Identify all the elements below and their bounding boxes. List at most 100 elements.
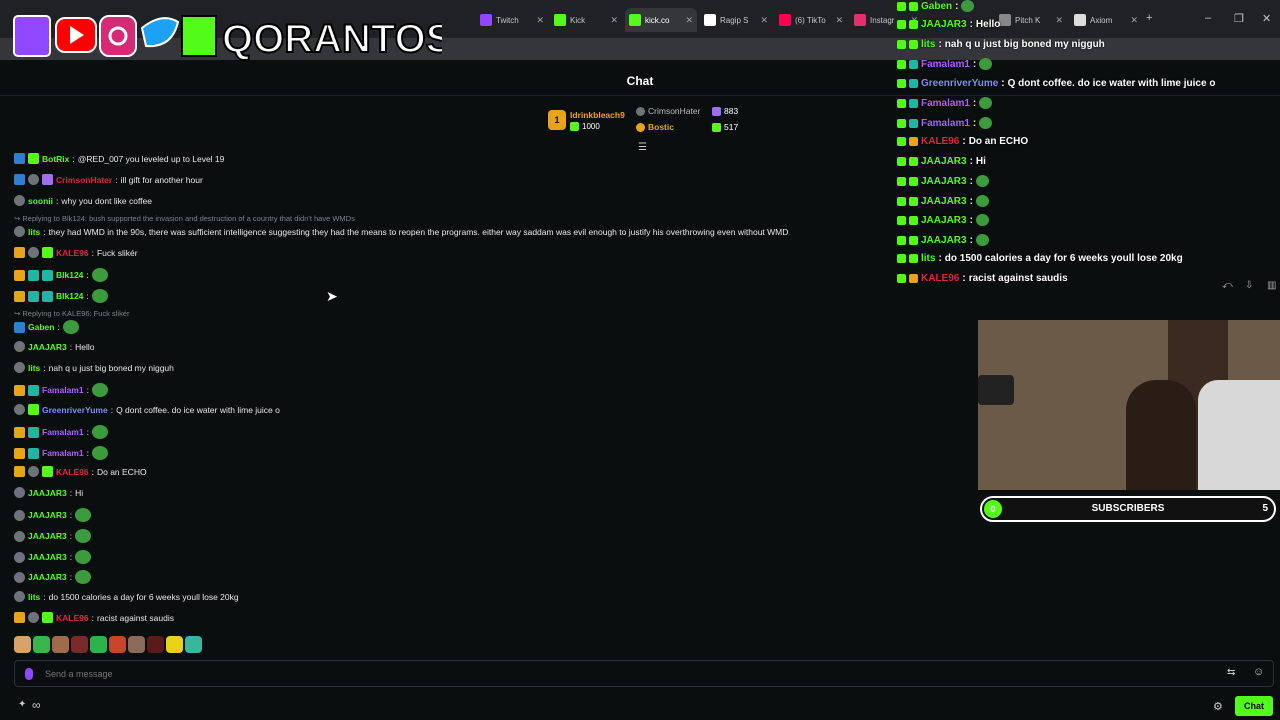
tab-close-icon[interactable]: ✕ [536,15,544,26]
chat-message[interactable]: KALE96: racist against saudis [14,612,174,623]
chat-username[interactable]: JAAJAR3 [28,342,67,352]
chat-username[interactable]: lits [28,592,40,602]
emote-icon[interactable] [109,636,126,653]
overlay-text: Hi [975,156,986,167]
emote-icon[interactable] [52,636,69,653]
kick-icon [897,157,906,166]
overlay-text: Q dont coffee. do ice water with lime ju… [1007,78,1216,89]
chat-message[interactable]: CrimsonHater: ill gift for another hour [14,174,203,185]
trash-icon[interactable]: ▥ [1267,280,1276,291]
chat-username[interactable]: Famalam1 [42,427,84,437]
chat-username[interactable]: JAAJAR3 [28,552,67,562]
chat-username[interactable]: Blk124 [56,270,83,280]
overlay-colon: : [962,273,966,284]
emote-icon[interactable] [147,636,164,653]
chat-username[interactable]: KALE96 [56,613,89,623]
chat-username[interactable]: GreenriverYume [42,405,108,415]
tab-close-icon[interactable]: ✕ [760,15,768,26]
overlay-chat-message: JAAJAR3: [897,234,992,246]
chat-message[interactable]: JAAJAR3: [14,508,94,522]
chat-username[interactable]: CrimsonHater [56,175,112,185]
tab-close-icon[interactable]: ✕ [610,15,618,26]
chat-message[interactable]: KALE96: Fuck slikér [14,247,138,258]
chat-username[interactable]: JAAJAR3 [28,531,67,541]
chat-message[interactable]: lits: do 1500 calories a day for 6 weeks … [14,591,239,602]
user-badge-icon [28,384,39,396]
chat-username[interactable]: JAAJAR3 [28,572,67,582]
emote-icon[interactable] [33,636,50,653]
send-chat-button[interactable]: Chat [1235,696,1273,716]
chat-username[interactable]: Blk124 [56,291,83,301]
chat-colon: : [43,591,46,602]
reply-icon[interactable]: ⤺ [1222,280,1233,291]
chat-username[interactable]: lits [28,363,40,373]
emote-icon[interactable] [166,636,183,653]
chat-username[interactable]: JAAJAR3 [28,488,67,498]
chat-username[interactable]: Famalam1 [42,385,84,395]
chat-message[interactable]: JAAJAR3: [14,570,94,584]
emote-icon[interactable] [185,636,202,653]
message-input[interactable] [45,666,1145,682]
browser-tab[interactable]: (6) TikTo ✕ [775,8,847,32]
chat-message[interactable]: BotRix: @RED_007 you leveled up to Level … [14,153,224,164]
chat-username[interactable]: KALE96 [56,467,89,477]
chat-message[interactable]: GreenriverYume: Q dont coffee. do ice wat… [14,404,280,415]
gear-icon[interactable]: ⚙ [1213,700,1223,713]
user-badge-icon [14,591,25,602]
chat-username[interactable]: KALE96 [56,248,89,258]
chat-message[interactable]: lits: nah q u just big boned my nigguh [14,362,174,373]
chat-username[interactable]: lits [28,227,40,237]
chat-message[interactable]: Gaben: [14,320,82,334]
browser-tab[interactable]: Kick ✕ [550,8,622,32]
chat-text: they had WMD in the 90s, there was suffi… [48,226,789,237]
emote-icon[interactable] [71,636,88,653]
chat-message[interactable]: Famalam1: [14,383,111,397]
user-badge-icon [14,426,25,438]
chat-username[interactable]: BotRix [42,154,69,164]
settings-icon[interactable]: ✦ [18,699,26,710]
browser-tab[interactable]: Twitch ✕ [476,8,548,32]
overlay-username: JAAJAR3 [921,214,967,226]
chat-message[interactable]: soonii: why you dont like coffee [14,195,152,206]
chat-username[interactable]: JAAJAR3 [28,510,67,520]
kick-icon [897,137,906,146]
leaderboard-third: Bostic [636,122,674,132]
tab-close-icon[interactable]: ✕ [685,15,693,26]
pin-icon[interactable]: ⇩ [1245,280,1253,291]
chat-message[interactable]: KALE96: Do an ECHO [14,466,147,477]
chat-username[interactable]: Gaben [28,322,54,332]
chat-message[interactable]: JAAJAR3: [14,550,94,564]
user-badge-icon [42,174,53,185]
leaderboard-third-value-row: 517 [712,122,738,132]
chat-message[interactable]: Blk124: [14,268,111,282]
emote-icon[interactable] [90,636,107,653]
overlay-colon: : [969,175,973,187]
medal-icon [636,106,645,116]
chat-message[interactable]: JAAJAR3: [14,529,94,543]
pinned-toggle-icon[interactable]: ☰ [638,142,647,153]
chat-message[interactable]: Famalam1: [14,425,111,439]
mic-icon[interactable] [25,668,33,680]
emote-icon [75,508,92,522]
user-badge-icon [909,196,918,206]
overlay-colon: : [955,0,959,12]
translate-icon[interactable]: ⇆ [1227,667,1235,678]
emote-icon[interactable] [14,636,31,653]
chat-username[interactable]: soonii [28,196,53,206]
emoji-icon[interactable]: ☺ [1253,666,1264,678]
emote-icon[interactable] [128,636,145,653]
chat-message[interactable]: JAAJAR3: Hi [14,487,83,498]
leaderboard-second-value: 883 [724,106,739,116]
chat-message[interactable]: lits: they had WMD in the 90s, there was … [14,226,788,237]
chat-message[interactable]: Blk124: [14,289,111,303]
chat-message[interactable]: JAAJAR3: Hello [14,341,95,352]
browser-tab[interactable]: kick.co ✕ [625,8,697,32]
browser-tab[interactable]: Ragip S ✕ [700,8,772,32]
overlay-text: Do an ECHO [968,136,1029,147]
overlay-username: Famalam1 [921,58,970,70]
user-badge-icon [909,1,918,11]
chat-message[interactable]: Famalam1: [14,446,111,460]
chat-username[interactable]: Famalam1 [42,448,84,458]
emote-icon [975,234,989,246]
tab-close-icon[interactable]: ✕ [835,15,843,26]
